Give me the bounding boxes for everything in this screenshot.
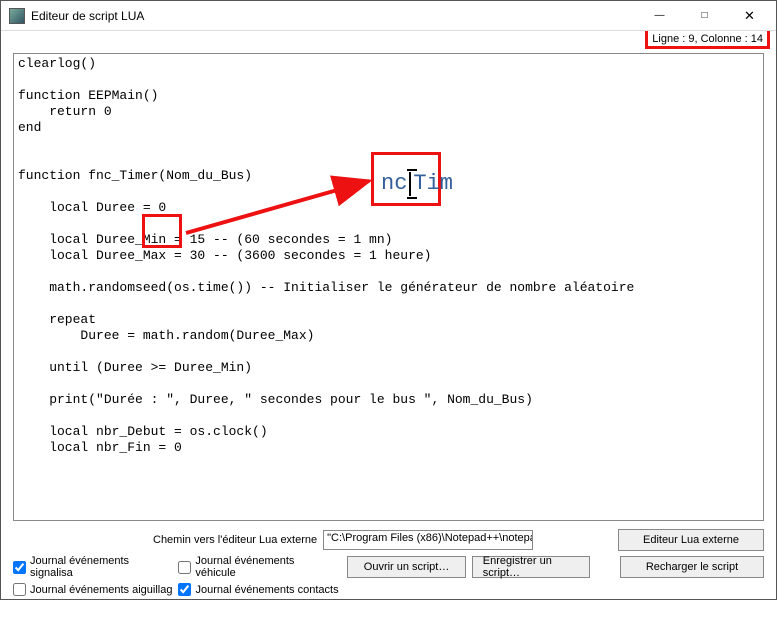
close-button[interactable]: ✕ — [727, 2, 772, 30]
save-script-button[interactable]: Enregistrer un script… — [472, 556, 590, 578]
log-vehicle-checkbox[interactable]: Journal événements véhicule — [178, 555, 335, 579]
code-text[interactable]: clearlog() function EEPMain() return 0 e… — [14, 54, 763, 496]
log-contact-checkbox[interactable]: Journal événements contacts — [178, 583, 338, 596]
log-contact-label: Journal événements contacts — [195, 584, 338, 596]
log-vehicle-checkbox-input[interactable] — [178, 561, 191, 574]
code-editor-frame: clearlog() function EEPMain() return 0 e… — [13, 53, 764, 521]
log-vehicle-label: Journal événements véhicule — [195, 555, 335, 579]
external-editor-path-input[interactable]: "C:\Program Files (x86)\Notepad++\notepa… — [323, 530, 533, 550]
code-editor[interactable]: clearlog() function EEPMain() return 0 e… — [14, 54, 763, 520]
reload-script-button[interactable]: Recharger le script — [620, 556, 764, 578]
path-label: Chemin vers l'éditeur Lua externe — [153, 534, 317, 546]
external-editor-button[interactable]: Editeur Lua externe — [618, 529, 764, 551]
log-switch-checkbox-input[interactable] — [13, 583, 26, 596]
window-title: Editeur de script LUA — [31, 9, 637, 23]
titlebar: Editeur de script LUA — □ ✕ — [1, 1, 776, 31]
open-script-button[interactable]: Ouvrir un script… — [347, 556, 465, 578]
content-area: Ligne : 9, Colonne : 14 clearlog() funct… — [1, 31, 776, 599]
log-signal-checkbox[interactable]: Journal événements signalisa — [13, 555, 172, 579]
log-signal-checkbox-input[interactable] — [13, 561, 26, 574]
log-switch-checkbox[interactable]: Journal événements aiguillag — [13, 583, 172, 596]
log-signal-label: Journal événements signalisa — [30, 555, 172, 579]
app-icon — [9, 8, 25, 24]
minimize-button[interactable]: — — [637, 2, 682, 30]
log-switch-label: Journal événements aiguillag — [30, 584, 172, 596]
log-contact-checkbox-input[interactable] — [178, 583, 191, 596]
maximize-button[interactable]: □ — [682, 2, 727, 30]
cursor-position-label: Ligne : 9, Colonne : 14 — [645, 31, 770, 49]
bottom-panel: Chemin vers l'éditeur Lua externe "C:\Pr… — [13, 529, 764, 593]
